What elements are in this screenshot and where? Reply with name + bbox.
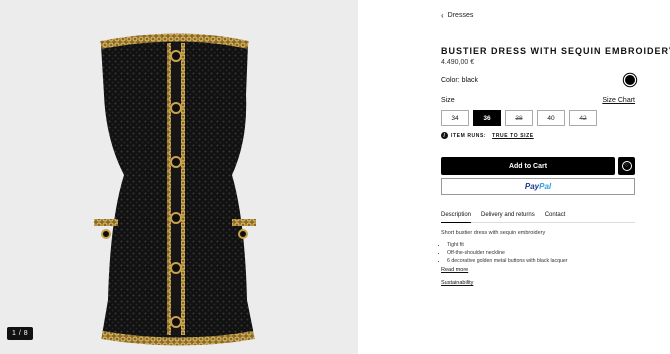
size-option-36[interactable]: 36	[473, 110, 501, 126]
size-option-34[interactable]: 34	[441, 110, 469, 126]
image-counter: 1 / 8	[7, 327, 34, 340]
color-label: Color: black	[441, 77, 478, 84]
read-more-link[interactable]: Read more	[441, 267, 468, 273]
product-image-gallery[interactable]: 1 / 8	[0, 0, 358, 354]
wishlist-button[interactable]: ♡	[618, 157, 635, 175]
paypal-logo-pay: Pay	[524, 182, 540, 191]
chevron-left-icon: ‹	[441, 11, 444, 20]
list-item: Tight fit	[447, 241, 568, 249]
fit-value-link[interactable]: TRUE TO SIZE	[492, 133, 534, 139]
size-option-38[interactable]: 38	[505, 110, 533, 126]
product-image	[94, 33, 256, 346]
breadcrumb[interactable]: ‹ Dresses	[441, 11, 474, 20]
add-to-cart-button[interactable]: Add to Cart	[441, 157, 615, 175]
size-label: Size	[441, 97, 455, 104]
tab-delivery-returns[interactable]: Delivery and returns	[481, 212, 535, 218]
heart-icon: ♡	[621, 161, 632, 171]
size-options: 34 36 38 40 42	[441, 110, 597, 126]
fit-info: / ITEM RUNS: TRUE TO SIZE	[441, 132, 534, 139]
sustainability-link[interactable]: Sustainability	[441, 280, 473, 286]
breadcrumb-label: Dresses	[447, 12, 474, 19]
list-item: Off-the-shoulder neckline	[447, 249, 568, 257]
product-title: BUSTIER DRESS WITH SEQUIN EMBROIDERY	[441, 46, 670, 56]
description-bullets: Tight fit Off-the-shoulder neckline 6 de…	[441, 241, 568, 265]
fit-label: ITEM RUNS:	[451, 132, 487, 139]
size-option-42[interactable]: 42	[569, 110, 597, 126]
tab-contact[interactable]: Contact	[545, 212, 566, 218]
description-summary: Short bustier dress with sequin embroide…	[441, 230, 546, 236]
color-selector: Color: black	[441, 75, 635, 85]
paypal-logo-pal: Pal	[539, 182, 552, 191]
paypal-button[interactable]: Pay Pal	[441, 178, 635, 195]
size-chart-link[interactable]: Size Chart	[602, 97, 635, 104]
list-item: 6 decorative golden metal buttons with b…	[447, 257, 568, 265]
ruler-icon: /	[441, 132, 448, 139]
size-option-40[interactable]: 40	[537, 110, 565, 126]
color-swatch-black[interactable]	[625, 75, 635, 85]
info-tabs: Description Delivery and returns Contact	[441, 212, 635, 223]
product-details-panel: ‹ Dresses BUSTIER DRESS WITH SEQUIN EMBR…	[441, 0, 670, 354]
product-price: 4.490,00 €	[441, 59, 475, 66]
size-header: Size Size Chart	[441, 97, 635, 104]
tab-description[interactable]: Description	[441, 212, 472, 223]
